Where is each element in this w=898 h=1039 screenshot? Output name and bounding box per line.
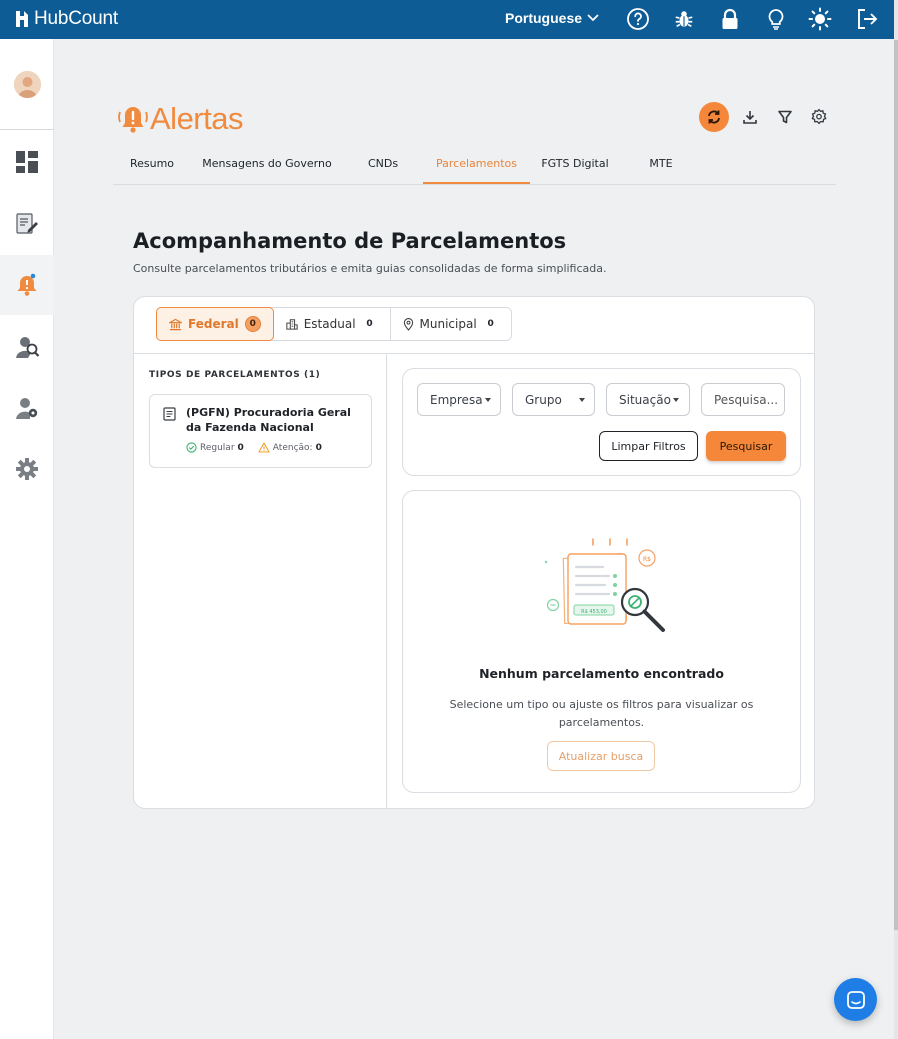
clear-filters-button[interactable]: Limpar Filtros (599, 431, 698, 461)
page-title: Acompanhamento de Parcelamentos (133, 229, 567, 253)
top-bar: HubCount Portuguese (0, 0, 894, 39)
alertas-logo: Alertas (118, 101, 243, 137)
empty-search-illustration: R$ 453,00 R$ (544, 538, 665, 632)
tab-fgts-digital[interactable]: FGTS Digital (535, 146, 615, 184)
empty-state-description: Selecione um tipo ou ajuste os filtros p… (449, 698, 754, 729)
sidebar-divider (0, 129, 54, 130)
sidebar-item-documents[interactable] (0, 194, 54, 254)
dashboard-icon (16, 151, 38, 173)
bell-alert-icon (17, 273, 37, 296)
empty-state: R$ 453,00 R$ Nenhum parcelamento encontr… (402, 490, 801, 793)
caret-down-icon (484, 397, 491, 402)
document-list-icon (163, 407, 176, 421)
tab-bar: Resumo Mensagens do Governo CNDs Parcela… (113, 146, 836, 185)
hubcount-logo-icon (16, 11, 28, 27)
list-header: TIPOS DE PARCELAMENTOS (1) (149, 370, 321, 380)
situacao-select-value: Situação (619, 392, 671, 407)
language-selector[interactable]: Portuguese (505, 10, 600, 26)
hubcount-logo[interactable]: HubCount (14, 8, 118, 30)
segment-federal[interactable]: Federal 0 (156, 307, 274, 341)
segment-federal-count: 0 (244, 316, 261, 332)
gear-icon (16, 458, 38, 480)
check-circle-icon (186, 442, 197, 453)
card-divider (134, 353, 814, 354)
segment-municipal-count: 0 (487, 319, 494, 329)
logout-icon[interactable] (855, 7, 879, 31)
alertas-title: Alertas (150, 101, 243, 136)
search-input[interactable]: Pesquisa... (701, 383, 785, 416)
chat-icon (846, 990, 865, 1009)
download-button[interactable] (735, 102, 765, 132)
user-settings-icon (16, 398, 38, 419)
caret-down-icon (672, 397, 679, 402)
refresh-button[interactable] (699, 102, 729, 132)
attention-count: 0 (315, 442, 322, 453)
settings-button[interactable] (804, 102, 834, 132)
sidebar (0, 39, 54, 1039)
card-column-divider (386, 354, 387, 808)
search-button[interactable]: Pesquisar (706, 431, 786, 461)
grupo-select[interactable]: Grupo (512, 383, 595, 416)
illustration-amount: R$ 453,00 (581, 609, 607, 615)
brand-name: HubCount (34, 8, 118, 29)
sidebar-item-alertas[interactable] (0, 255, 54, 315)
filter-icon (778, 110, 792, 124)
caret-down-icon (578, 397, 585, 402)
sidebar-item-dashboard[interactable] (0, 132, 54, 192)
chat-launcher-button[interactable] (834, 978, 877, 1021)
illustration-currency: R$ (643, 556, 651, 563)
chevron-down-icon (587, 14, 599, 22)
bug-icon[interactable] (672, 7, 696, 31)
user-search-icon (16, 337, 40, 358)
tab-resumo[interactable]: Resumo (119, 146, 185, 184)
sun-icon[interactable] (808, 7, 832, 31)
regular-count: 0 (237, 442, 244, 453)
building-columns-icon (169, 318, 182, 330)
sidebar-item-settings[interactable] (0, 439, 54, 499)
refresh-icon (708, 110, 720, 124)
list-item-stats: Regular 0 Atenção: 0 (186, 442, 322, 453)
attention-label: Atenção: (272, 442, 313, 453)
lock-icon[interactable] (718, 7, 742, 31)
tab-mensagens-do-governo[interactable]: Mensagens do Governo (201, 146, 333, 184)
tab-cnds[interactable]: CNDs (353, 146, 413, 184)
lightbulb-icon[interactable] (764, 7, 788, 31)
list-item[interactable]: (PGFN) Procuradoria Geral da Fazenda Nac… (149, 394, 372, 468)
download-icon (743, 111, 757, 124)
tab-parcelamentos[interactable]: Parcelamentos (423, 146, 530, 184)
empresa-select[interactable]: Empresa (417, 383, 501, 416)
alert-bell-logo-icon (118, 107, 148, 133)
regular-label: Regular (200, 442, 235, 453)
parcelamentos-card: Federal 0 Estadual 0 Municipal 0 TIPOS D… (133, 296, 815, 809)
segment-federal-label: Federal (188, 317, 239, 331)
empresa-select-value: Empresa (430, 392, 483, 407)
filter-button[interactable] (770, 102, 800, 132)
situacao-select[interactable]: Situação (606, 383, 690, 416)
segment-municipal[interactable]: Municipal 0 (391, 308, 511, 340)
search-input-placeholder: Pesquisa... (714, 392, 779, 407)
segment-estadual-count: 0 (366, 319, 373, 329)
avatar[interactable] (14, 71, 41, 98)
settings-icon (811, 108, 827, 125)
segment-estadual[interactable]: Estadual 0 (274, 308, 391, 340)
document-edit-icon (16, 213, 38, 234)
city-icon (286, 319, 298, 330)
scrollbar-thumb[interactable] (894, 40, 898, 930)
sidebar-item-user-search[interactable] (0, 317, 54, 377)
language-label: Portuguese (505, 10, 583, 26)
segment-estadual-label: Estadual (303, 317, 356, 331)
filter-panel: Empresa Grupo Situação Pesquisa... Limpa… (402, 368, 801, 476)
list-item-title: (PGFN) Procuradoria Geral da Fazenda Nac… (186, 406, 351, 434)
page-subtitle: Consulte parcelamentos tributários e emi… (133, 262, 607, 275)
map-pin-icon (403, 317, 413, 331)
sphere-segmented-control: Federal 0 Estadual 0 Municipal 0 (156, 307, 512, 341)
help-icon[interactable] (626, 7, 650, 31)
sidebar-item-user-settings[interactable] (0, 378, 54, 438)
tab-mte[interactable]: MTE (633, 146, 689, 184)
segment-municipal-label: Municipal (419, 317, 477, 331)
empty-state-title: Nenhum parcelamento encontrado (479, 666, 724, 681)
refresh-search-button[interactable]: Atualizar busca (547, 741, 655, 771)
warning-triangle-icon (258, 442, 270, 453)
grupo-select-value: Grupo (525, 392, 562, 407)
